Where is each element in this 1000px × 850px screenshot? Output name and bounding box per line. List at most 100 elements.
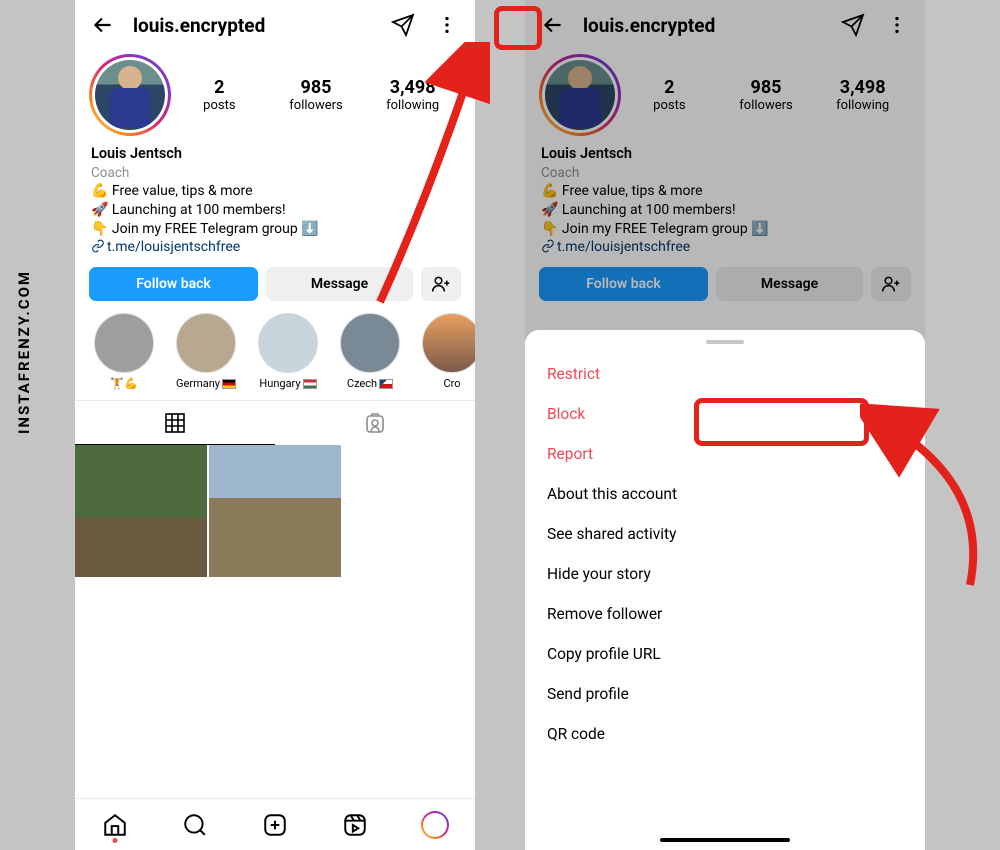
options-sheet: Restrict Block Report About this account… — [525, 330, 925, 850]
arrow-left-icon — [540, 12, 566, 38]
flag-de-icon — [222, 379, 236, 389]
profile-link[interactable]: t.me/louisjentschfree — [541, 238, 909, 257]
story-highlights: 🏋️💪 Germany Hungary Czech Cro — [75, 313, 475, 400]
menu-report[interactable]: Report — [525, 434, 925, 474]
arrow-left-icon — [90, 12, 116, 38]
phone-profile: louis.encrypted 2posts 985followers 3,49… — [75, 0, 475, 850]
highlight-label: Hungary — [259, 377, 316, 390]
post-thumbnail[interactable] — [75, 445, 207, 577]
menu-restrict[interactable]: Restrict — [525, 354, 925, 394]
flag-hu-icon — [303, 379, 317, 389]
message-button[interactable]: Message — [266, 267, 413, 301]
posts-count: 2 — [171, 77, 268, 98]
highlight-label: Cro — [443, 377, 460, 390]
send-icon — [391, 13, 415, 37]
stats-row: 2posts 985followers 3,498following — [525, 50, 925, 142]
highlight-label: Germany — [176, 377, 236, 390]
nav-create[interactable] — [261, 811, 289, 839]
profile-username: louis.encrypted — [129, 14, 377, 37]
menu-send-profile[interactable]: Send profile — [525, 674, 925, 714]
send-icon — [841, 13, 865, 37]
reels-icon — [342, 812, 368, 838]
back-button[interactable] — [85, 7, 121, 43]
following-count: 3,498 — [364, 77, 461, 98]
following-label: following — [364, 98, 461, 113]
stats-row: 2posts 985followers 3,498following — [75, 50, 475, 142]
menu-copy-url[interactable]: Copy profile URL — [525, 634, 925, 674]
profile-bio: Louis Jentsch Coach 💪 Free value, tips &… — [525, 142, 925, 267]
profile-avatar[interactable] — [89, 54, 171, 136]
suggested-users-button[interactable] — [871, 267, 911, 301]
share-button[interactable] — [385, 7, 421, 43]
posts-stat[interactable]: 2posts — [621, 77, 718, 113]
highlight-item[interactable]: Cro — [419, 313, 475, 390]
home-indicator — [660, 838, 790, 842]
suggested-users-button[interactable] — [421, 267, 461, 301]
bio-line-2: 🚀 Launching at 100 members! — [91, 201, 459, 220]
profile-avatar[interactable] — [539, 54, 621, 136]
link-icon — [541, 239, 555, 253]
nav-search[interactable] — [181, 811, 209, 839]
nav-reels[interactable] — [341, 811, 369, 839]
tagged-icon — [363, 411, 387, 435]
more-options-button[interactable] — [879, 7, 915, 43]
phone-menu: louis.encrypted 2posts 985followers 3,49… — [525, 0, 925, 850]
action-buttons: Follow back Message — [525, 267, 925, 313]
profile-link[interactable]: t.me/louisjentschfree — [91, 238, 459, 257]
notification-dot — [113, 838, 118, 843]
followers-stat[interactable]: 985followers — [268, 77, 365, 113]
watermark: INSTAFRENZY.COM — [15, 270, 33, 434]
profile-username: louis.encrypted — [579, 14, 827, 37]
highlight-item[interactable]: Germany — [173, 313, 239, 390]
profile-tabs — [75, 400, 475, 445]
follow-back-button[interactable]: Follow back — [89, 267, 258, 301]
following-stat[interactable]: 3,498following — [814, 77, 911, 113]
profile-bio: Louis Jentsch Coach 💪 Free value, tips &… — [75, 142, 475, 267]
post-thumbnail[interactable] — [209, 445, 341, 577]
highlight-label: Czech — [347, 377, 393, 390]
add-user-icon — [881, 274, 901, 294]
message-button[interactable]: Message — [716, 267, 863, 301]
add-user-icon — [431, 274, 451, 294]
share-button[interactable] — [835, 7, 871, 43]
followers-stat[interactable]: 985followers — [718, 77, 815, 113]
nav-home[interactable] — [101, 811, 129, 839]
dots-vertical-icon — [436, 14, 458, 36]
menu-qr-code[interactable]: QR code — [525, 714, 925, 754]
following-stat[interactable]: 3,498following — [364, 77, 461, 113]
follow-back-button[interactable]: Follow back — [539, 267, 708, 301]
profile-header: louis.encrypted — [525, 0, 925, 50]
search-icon — [182, 812, 208, 838]
nav-profile[interactable] — [421, 811, 449, 839]
posts-label: posts — [171, 98, 268, 113]
plus-box-icon — [262, 812, 288, 838]
link-text: t.me/louisjentschfree — [107, 239, 240, 255]
tab-grid[interactable] — [75, 401, 275, 445]
highlight-label: 🏋️💪 — [110, 377, 137, 390]
link-icon — [91, 239, 105, 253]
profile-header: louis.encrypted — [75, 0, 475, 50]
highlight-item[interactable]: Hungary — [255, 313, 321, 390]
menu-about[interactable]: About this account — [525, 474, 925, 514]
tab-tagged[interactable] — [275, 401, 475, 445]
flag-cz-icon — [379, 379, 393, 389]
posts-grid — [75, 445, 475, 577]
highlight-item[interactable]: 🏋️💪 — [91, 313, 157, 390]
highlight-item[interactable]: Czech — [337, 313, 403, 390]
more-options-button[interactable] — [429, 7, 465, 43]
grid-icon — [163, 411, 187, 435]
followers-count: 985 — [268, 77, 365, 98]
back-button[interactable] — [535, 7, 571, 43]
bio-line-1: 💪 Free value, tips & more — [91, 182, 459, 201]
menu-block[interactable]: Block — [525, 394, 925, 434]
sheet-handle[interactable] — [706, 340, 744, 344]
home-icon — [102, 812, 128, 838]
followers-label: followers — [268, 98, 365, 113]
profile-category: Coach — [91, 164, 459, 182]
posts-stat[interactable]: 2posts — [171, 77, 268, 113]
display-name: Louis Jentsch — [91, 144, 459, 164]
dots-vertical-icon — [886, 14, 908, 36]
menu-hide-story[interactable]: Hide your story — [525, 554, 925, 594]
menu-remove-follower[interactable]: Remove follower — [525, 594, 925, 634]
menu-shared-activity[interactable]: See shared activity — [525, 514, 925, 554]
